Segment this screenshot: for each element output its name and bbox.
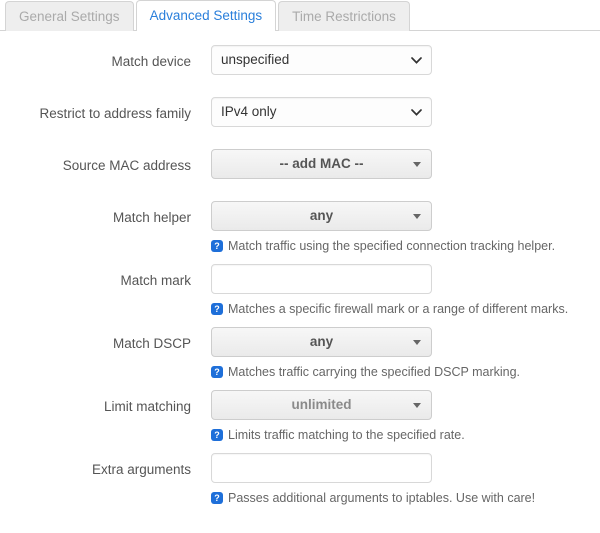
- control-cell: ? Matches a specific firewall mark or a …: [191, 264, 600, 318]
- help-text: Matches a specific firewall mark or a ra…: [228, 302, 569, 316]
- dropdown-limit-matching[interactable]: unlimited: [211, 390, 432, 420]
- row-spacer: [0, 318, 600, 327]
- help-question-icon[interactable]: ?: [211, 303, 223, 315]
- form-row-match-device: Match device unspecified: [0, 45, 600, 75]
- label-match-helper: Match helper: [112, 210, 191, 225]
- select-value: unspecified: [221, 52, 290, 67]
- tab-label: Time Restrictions: [292, 9, 396, 24]
- help-text: Limits traffic matching to the specified…: [228, 428, 465, 442]
- form-row-limit-matching: Limit matching unlimited ? Limits traffi…: [0, 390, 600, 444]
- row-spacer: [0, 75, 600, 97]
- help-extra-arguments: ? Passes additional arguments to iptable…: [211, 483, 600, 507]
- dropdown-value: -- add MAC --: [279, 156, 364, 171]
- dropdown-match-helper[interactable]: any: [211, 201, 432, 231]
- tab-label: Advanced Settings: [149, 8, 263, 23]
- label-match-mark: Match mark: [120, 273, 191, 288]
- row-spacer: [0, 179, 600, 201]
- dropdown-source-mac[interactable]: -- add MAC --: [211, 149, 432, 179]
- form-row-match-mark: Match mark ? Matches a specific firewall…: [0, 264, 600, 318]
- label-match-dscp: Match DSCP: [112, 336, 191, 351]
- help-question-icon[interactable]: ?: [211, 240, 223, 252]
- help-question-icon[interactable]: ?: [211, 366, 223, 378]
- dropdown-value: any: [309, 334, 334, 349]
- label-match-device: Match device: [111, 54, 191, 69]
- form-row-match-dscp: Match DSCP any ? Matches traffic carryin…: [0, 327, 600, 381]
- form-row-match-helper: Match helper any ? Match traffic using t…: [0, 201, 600, 255]
- control-cell: ? Passes additional arguments to iptable…: [191, 453, 600, 507]
- help-match-helper: ? Match traffic using the specified conn…: [211, 231, 600, 255]
- form-row-address-family: Restrict to address family IPv4 only: [0, 97, 600, 127]
- help-text: Match traffic using the specified connec…: [228, 239, 556, 253]
- label-address-family: Restrict to address family: [39, 106, 191, 121]
- tab-label: General Settings: [19, 9, 120, 24]
- dropdown-match-dscp[interactable]: any: [211, 327, 432, 357]
- control-cell: -- add MAC --: [191, 149, 600, 179]
- label-extra-arguments: Extra arguments: [91, 462, 191, 477]
- control-cell: IPv4 only: [191, 97, 600, 127]
- tab-bar: General Settings Advanced Settings Time …: [0, 0, 600, 31]
- row-spacer: [0, 381, 600, 390]
- advanced-settings-form: Match device unspecified Restrict to add…: [0, 31, 600, 507]
- tab-general-settings[interactable]: General Settings: [5, 1, 134, 31]
- label-source-mac: Source MAC address: [62, 158, 191, 173]
- tab-advanced-settings[interactable]: Advanced Settings: [135, 0, 277, 31]
- select-value: IPv4 only: [221, 104, 277, 119]
- help-question-icon[interactable]: ?: [211, 492, 223, 504]
- help-limit-matching: ? Limits traffic matching to the specifi…: [211, 420, 600, 444]
- help-text: Passes additional arguments to iptables.…: [228, 491, 536, 505]
- help-question-icon[interactable]: ?: [211, 429, 223, 441]
- chevron-down-icon: [411, 98, 422, 126]
- label-limit-matching: Limit matching: [103, 399, 191, 414]
- caret-down-icon: [413, 214, 421, 219]
- input-extra-arguments[interactable]: [211, 453, 432, 483]
- select-match-device[interactable]: unspecified: [211, 45, 432, 75]
- input-match-mark[interactable]: [211, 264, 432, 294]
- dropdown-value: any: [309, 208, 334, 223]
- control-cell: any ? Matches traffic carrying the speci…: [191, 327, 600, 381]
- chevron-down-icon: [411, 46, 422, 74]
- control-cell: unlimited ? Limits traffic matching to t…: [191, 390, 600, 444]
- caret-down-icon: [413, 340, 421, 345]
- dropdown-value: unlimited: [291, 397, 352, 412]
- help-match-dscp: ? Matches traffic carrying the specified…: [211, 357, 600, 381]
- form-row-extra-arguments: Extra arguments ? Passes additional argu…: [0, 453, 600, 507]
- control-cell: unspecified: [191, 45, 600, 75]
- form-row-source-mac: Source MAC address -- add MAC --: [0, 149, 600, 179]
- row-spacer: [0, 127, 600, 149]
- help-match-mark: ? Matches a specific firewall mark or a …: [211, 294, 600, 318]
- help-text: Matches traffic carrying the specified D…: [228, 365, 521, 379]
- row-spacer: [0, 255, 600, 264]
- caret-down-icon: [413, 162, 421, 167]
- row-spacer: [0, 444, 600, 453]
- select-address-family[interactable]: IPv4 only: [211, 97, 432, 127]
- tab-time-restrictions[interactable]: Time Restrictions: [278, 1, 410, 31]
- caret-down-icon: [413, 403, 421, 408]
- control-cell: any ? Match traffic using the specified …: [191, 201, 600, 255]
